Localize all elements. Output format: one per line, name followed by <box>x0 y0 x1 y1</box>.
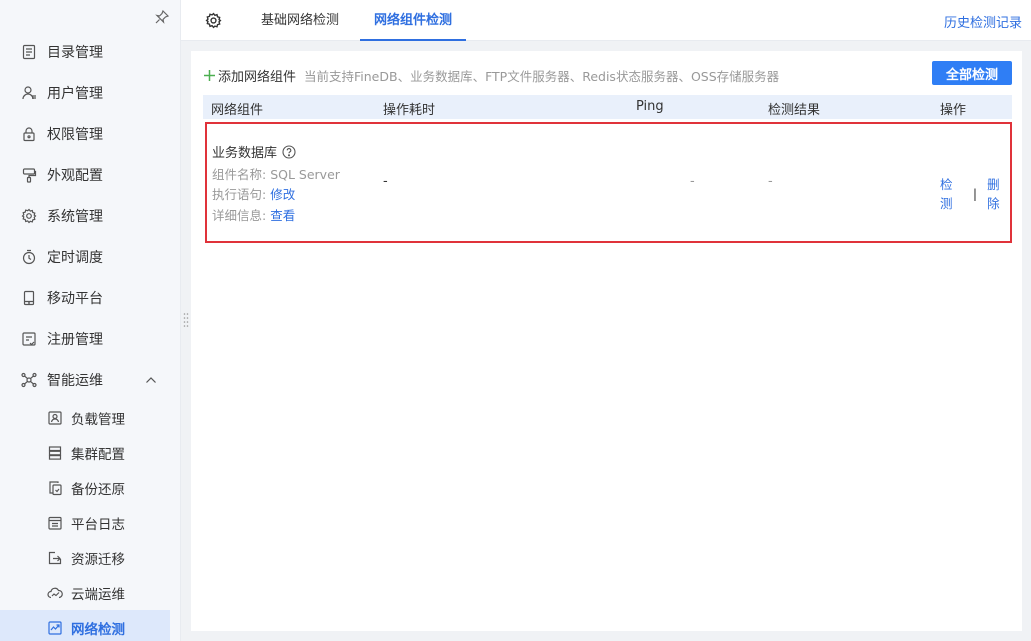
view-detail-link[interactable]: 查看 <box>270 208 295 223</box>
statement-line: 执行语句: 修改 <box>212 184 295 203</box>
catalog-icon <box>22 44 36 59</box>
pin-icon[interactable] <box>154 9 170 25</box>
tab-network-component-check[interactable]: 网络组件检测 <box>359 0 467 41</box>
support-hint: 当前支持FineDB、业务数据库、FTP文件服务器、Redis状态服务器、OSS… <box>304 69 780 84</box>
sidebar-item-label: 资源迁移 <box>71 551 125 568</box>
sidebar-item-label: 注册管理 <box>47 331 103 348</box>
sidebar-subitem-network-check[interactable]: 网络检测 <box>0 610 170 641</box>
add-component-label: 添加网络组件 <box>218 70 297 85</box>
duration-cell: - <box>383 174 388 189</box>
sidebar-item-label: 用户管理 <box>47 85 103 102</box>
component-name-label: 组件名称: <box>212 167 267 182</box>
sidebar-item-label: 智能运维 <box>47 372 103 389</box>
ping-cell: - <box>690 174 695 189</box>
tab-basic-network-check[interactable]: 基础网络检测 <box>261 0 339 41</box>
sidebar-item-label: 平台日志 <box>71 516 125 533</box>
action-separator: | <box>972 185 978 201</box>
sidebar-item-label: 负载管理 <box>71 411 125 428</box>
sidebar-subitem-backup[interactable]: 备份还原 <box>0 470 170 505</box>
component-name-value: SQL Server <box>270 167 340 182</box>
sidebar-item-label: 移动平台 <box>47 290 103 307</box>
sidebar-item-label: 云端运维 <box>71 586 125 603</box>
plus-icon <box>204 70 215 81</box>
timer-icon <box>22 249 36 264</box>
sidebar-item-mobile[interactable]: 移动平台 <box>0 277 181 318</box>
sidebar-item-system[interactable]: 系统管理 <box>0 195 181 236</box>
tab-bar: 基础网络检测 网络组件检测 历史检测记录 <box>181 0 1031 41</box>
mobile-icon <box>23 290 35 305</box>
check-link[interactable]: 检测 <box>940 174 963 212</box>
main-content: 添加网络组件 当前支持FineDB、业务数据库、FTP文件服务器、Redis状态… <box>191 51 1022 631</box>
detail-label: 详细信息: <box>212 208 267 223</box>
detail-line: 详细信息: 查看 <box>212 205 295 224</box>
brush-icon <box>22 167 37 183</box>
sidebar-item-label: 系统管理 <box>47 208 103 225</box>
load-icon <box>48 410 62 425</box>
result-cell: - <box>768 174 773 189</box>
delete-link[interactable]: 删除 <box>987 174 1010 212</box>
sidebar-subitem-load[interactable]: 负载管理 <box>0 400 170 435</box>
component-title: 业务数据库 <box>212 142 296 161</box>
register-icon <box>22 331 36 346</box>
add-component-button[interactable]: 添加网络组件 <box>203 66 296 85</box>
component-type: 业务数据库 <box>212 146 278 161</box>
ops-icon <box>21 372 37 387</box>
sidebar-item-users[interactable]: 用户管理 <box>0 72 181 113</box>
sidebar-item-label: 定时调度 <box>47 249 103 266</box>
sidebar-item-label: 权限管理 <box>47 126 103 143</box>
migrate-icon <box>48 551 62 564</box>
sidebar-item-register[interactable]: 注册管理 <box>0 318 181 359</box>
cluster-icon <box>48 445 62 460</box>
network-check-icon <box>48 620 62 635</box>
column-header: 操作 <box>940 103 967 118</box>
gear-icon <box>21 208 37 223</box>
column-header: Ping <box>636 99 664 114</box>
table-header: 网络组件 操作耗时 Ping 检测结果 操作 <box>203 95 1012 119</box>
column-header: 操作耗时 <box>383 103 436 118</box>
cloud-icon <box>47 587 63 598</box>
statement-label: 执行语句: <box>212 187 267 202</box>
user-icon <box>22 85 36 99</box>
check-all-button[interactable]: 全部检测 <box>932 61 1012 85</box>
sidebar-item-schedule[interactable]: 定时调度 <box>0 236 181 277</box>
resize-handle-icon[interactable] <box>183 312 189 330</box>
sidebar-item-label: 目录管理 <box>47 44 103 61</box>
sidebar-item-appearance[interactable]: 外观配置 <box>0 154 181 195</box>
edit-statement-link[interactable]: 修改 <box>270 187 295 202</box>
sidebar-item-label: 集群配置 <box>71 446 125 463</box>
help-icon[interactable] <box>282 144 296 159</box>
settings-gear-icon[interactable] <box>205 12 222 29</box>
sidebar-item-smart-ops[interactable]: 智能运维 <box>0 359 181 400</box>
sidebar-item-permissions[interactable]: 权限管理 <box>0 113 181 154</box>
log-icon <box>48 516 62 530</box>
sidebar-item-catalog[interactable]: 目录管理 <box>0 31 181 72</box>
column-header: 网络组件 <box>211 103 264 118</box>
sidebar-subitem-cloud[interactable]: 云端运维 <box>0 575 170 610</box>
sidebar-item-label: 网络检测 <box>71 621 125 638</box>
backup-icon <box>49 480 62 495</box>
component-name-line: 组件名称: SQL Server <box>212 164 340 183</box>
sidebar-subitem-cluster[interactable]: 集群配置 <box>0 435 170 470</box>
lock-icon <box>23 126 35 141</box>
sidebar-item-label: 备份还原 <box>71 481 125 498</box>
sidebar-subitem-migrate[interactable]: 资源迁移 <box>0 540 170 575</box>
chevron-up-icon[interactable] <box>144 373 158 387</box>
sidebar-item-label: 外观配置 <box>47 167 103 184</box>
history-records-link[interactable]: 历史检测记录 <box>944 12 1022 31</box>
column-header: 检测结果 <box>768 103 821 118</box>
row-actions: 检测 | 删除 <box>940 174 1010 212</box>
sidebar: 目录管理 用户管理 权限管理 外观配置 系统管理 定时调度 移动平台 注册管理 … <box>0 0 181 641</box>
sidebar-subitem-log[interactable]: 平台日志 <box>0 505 170 540</box>
table-row: 业务数据库 组件名称: SQL Server 执行语句: 修改 详细信息: 查看… <box>205 122 1012 243</box>
